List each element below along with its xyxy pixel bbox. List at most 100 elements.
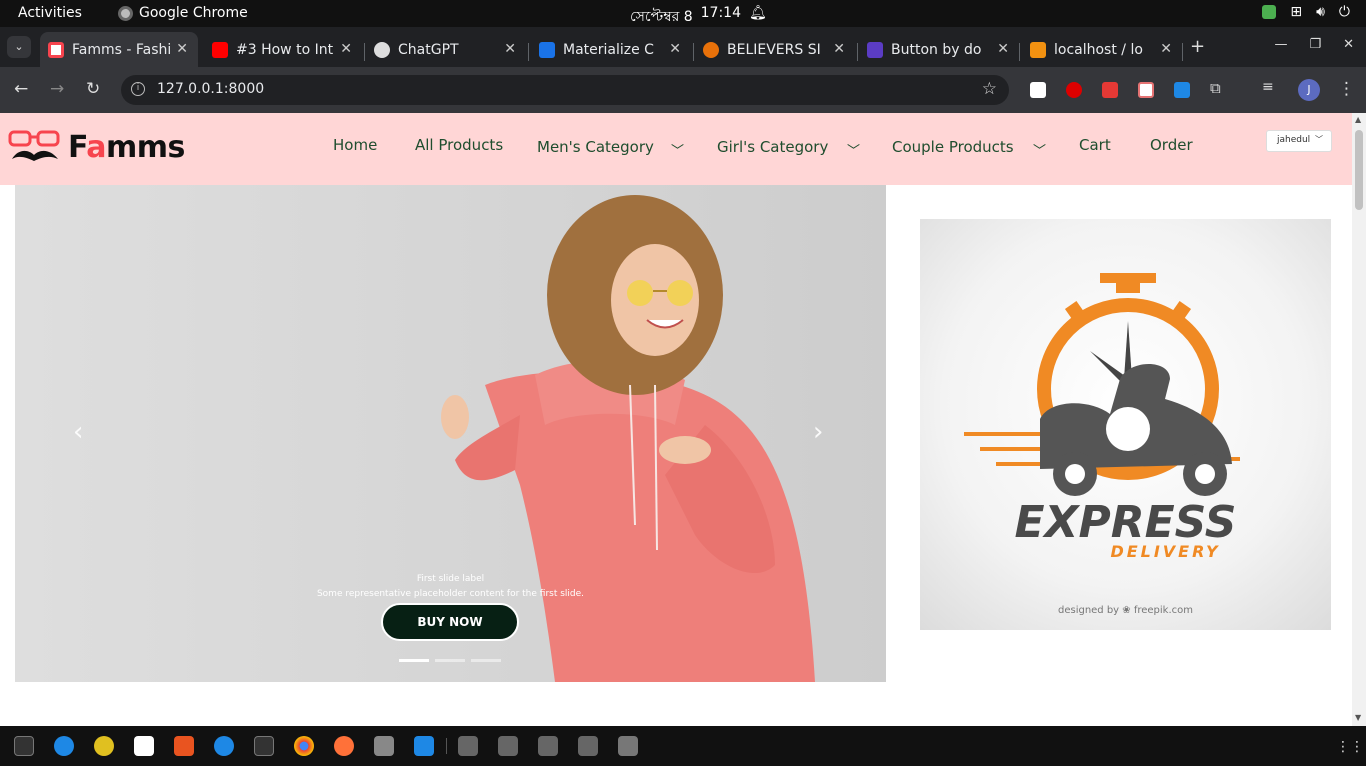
drive-icon[interactable]: [578, 736, 598, 756]
carousel-indicators: [399, 659, 501, 662]
focused-app-menu[interactable]: Google Chrome: [118, 5, 248, 21]
window-controls: — ❐ ✕: [1274, 37, 1354, 52]
site-info-icon[interactable]: i: [131, 82, 145, 96]
network-icon: ⊞: [1290, 4, 1303, 20]
system-monitor-icon[interactable]: [14, 736, 34, 756]
minimize-icon[interactable]: —: [1274, 37, 1287, 52]
vscode-icon[interactable]: [414, 736, 434, 756]
drive-icon[interactable]: [498, 736, 518, 756]
nav-home[interactable]: Home: [333, 136, 377, 154]
tab-phpmyadmin[interactable]: localhost / lo ✕: [1022, 32, 1182, 67]
drive-icon[interactable]: [458, 736, 478, 756]
chrome-menu-icon[interactable]: ⋮: [1338, 79, 1355, 99]
famms-logo[interactable]: Famms: [8, 129, 185, 165]
extension-adblock-icon[interactable]: [1066, 82, 1082, 98]
bookmark-star-icon[interactable]: ☆: [982, 79, 997, 99]
tab-title: #3 How to Int: [236, 41, 334, 58]
tab-title: Button by do: [891, 41, 982, 58]
nav-girls-category[interactable]: Girl's Category ﹀: [717, 138, 860, 159]
terminal-icon[interactable]: [254, 736, 274, 756]
tab-strip: ⌄ Famms - Fashi ✕ #3 How to Int ✕ ChatGP…: [0, 27, 1366, 67]
close-tab-icon[interactable]: ✕: [176, 41, 188, 57]
youtube-icon: [212, 41, 228, 58]
close-tab-icon[interactable]: ✕: [833, 41, 845, 57]
profile-avatar[interactable]: J: [1298, 79, 1320, 101]
scroll-up-icon[interactable]: ▲: [1355, 115, 1361, 124]
uiverse-icon: [867, 41, 883, 58]
firefox-icon[interactable]: [334, 736, 354, 756]
scroll-down-icon[interactable]: ▼: [1355, 713, 1361, 722]
nav-mens-category[interactable]: Men's Category ﹀: [537, 138, 684, 159]
phpmyadmin-icon: [1030, 41, 1046, 58]
logo-letters-mms: mms: [106, 129, 185, 165]
chrome-icon: [118, 5, 133, 21]
clock-time: 17:14: [700, 5, 741, 21]
forward-icon[interactable]: →: [50, 79, 64, 99]
back-icon[interactable]: ←: [14, 79, 28, 99]
help-icon[interactable]: [214, 736, 234, 756]
tab-believers[interactable]: BELIEVERS SI ✕: [695, 32, 855, 67]
show-apps-icon[interactable]: ⋮⋮⋮: [1336, 739, 1366, 755]
tab-youtube[interactable]: #3 How to Int ✕: [204, 32, 362, 67]
carousel-next-icon[interactable]: ›: [813, 417, 823, 447]
extension-notes-icon[interactable]: [1030, 82, 1046, 98]
tab-materialize[interactable]: Materialize C ✕: [531, 32, 691, 67]
activities-button[interactable]: Activities: [18, 5, 82, 21]
tab-chatgpt[interactable]: ChatGPT ✕: [366, 32, 526, 67]
nav-order[interactable]: Order: [1150, 136, 1193, 154]
close-tab-icon[interactable]: ✕: [997, 41, 1009, 57]
close-tab-icon[interactable]: ✕: [669, 41, 681, 57]
nav-mens-label: Men's Category: [537, 138, 654, 156]
bell-icon: 🔔︎: [748, 5, 767, 21]
extensions-puzzle-icon[interactable]: ⧉: [1210, 79, 1221, 97]
nav-all-products[interactable]: All Products: [415, 136, 503, 154]
media-controls-icon[interactable]: ≡: [1262, 79, 1274, 95]
slide-caption-text: Some representative placeholder content …: [316, 589, 585, 599]
url-text: 127.0.0.1:8000: [157, 81, 265, 97]
express-delivery-banner: EXPRESS DELIVERY designed by ❀ freepik.c…: [920, 219, 1331, 630]
page-scrollbar[interactable]: ▲ ▼: [1352, 113, 1366, 726]
extension-fi-icon[interactable]: [1174, 82, 1190, 98]
tab-separator: [364, 43, 365, 61]
tab-title: localhost / lo: [1054, 41, 1143, 58]
files-icon[interactable]: [374, 736, 394, 756]
close-tab-icon[interactable]: ✕: [504, 41, 516, 57]
trash-icon[interactable]: [618, 736, 638, 756]
system-tray[interactable]: ⊞ 🔊︎ ⏻: [1262, 4, 1350, 20]
chevron-down-icon: ﹀: [1033, 144, 1047, 159]
drive-icon[interactable]: [538, 736, 558, 756]
logo-wordmark: Famms: [68, 130, 185, 165]
nav-couple-products[interactable]: Couple Products ﹀: [892, 138, 1046, 159]
chevron-down-icon: ﹀: [1315, 135, 1323, 144]
rhythmbox-icon[interactable]: [94, 736, 114, 756]
carousel-indicator-1[interactable]: [399, 659, 429, 662]
carousel-indicator-2[interactable]: [435, 659, 465, 662]
clock-date: সেপ্টেম্বর 8: [630, 9, 693, 25]
tab-button-ui[interactable]: Button by do ✕: [859, 32, 1019, 67]
close-tab-icon[interactable]: ✕: [1160, 41, 1172, 57]
tab-search-button[interactable]: ⌄: [7, 36, 31, 58]
nav-cart[interactable]: Cart: [1079, 136, 1111, 154]
slide-caption-title: First slide label: [416, 574, 485, 584]
tab-famms[interactable]: Famms - Fashi ✕: [40, 32, 198, 67]
carousel-prev-icon[interactable]: ‹: [73, 417, 83, 447]
carousel-indicator-3[interactable]: [471, 659, 501, 662]
user-dropdown[interactable]: jahedul ﹀: [1266, 130, 1332, 152]
chrome-icon[interactable]: [294, 736, 314, 756]
reload-icon[interactable]: ↻: [86, 79, 100, 99]
libreoffice-writer-icon[interactable]: [134, 736, 154, 756]
thunderbird-icon[interactable]: [54, 736, 74, 756]
extension-flipboard-icon[interactable]: [1102, 82, 1118, 98]
delivery-subline: DELIVERY: [1110, 542, 1221, 561]
close-tab-icon[interactable]: ✕: [340, 41, 352, 57]
buy-now-button[interactable]: BUY NOW: [381, 603, 519, 641]
software-center-icon[interactable]: [174, 736, 194, 756]
extension-calendar-icon[interactable]: [1138, 82, 1154, 98]
clock[interactable]: সেপ্টেম্বর 8 17:14 🔔︎: [630, 5, 767, 29]
address-bar[interactable]: i 127.0.0.1:8000 ☆: [121, 75, 1009, 105]
close-window-icon[interactable]: ✕: [1343, 37, 1354, 52]
new-tab-button[interactable]: +: [1190, 36, 1205, 57]
maximize-icon[interactable]: ❐: [1309, 37, 1321, 52]
tab-title: BELIEVERS SI: [727, 41, 821, 58]
scrollbar-thumb[interactable]: [1355, 130, 1363, 210]
